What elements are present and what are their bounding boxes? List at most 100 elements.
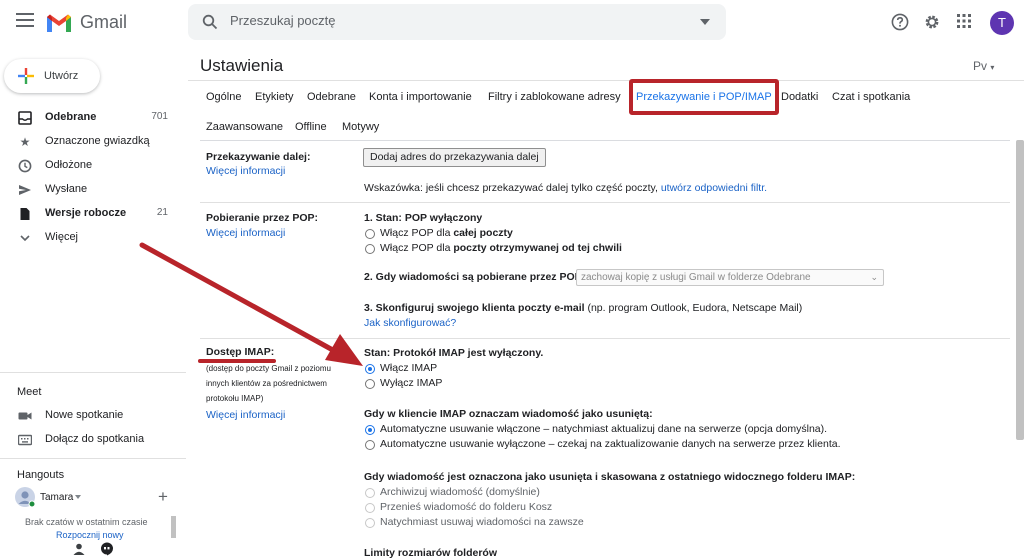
tab-inbox[interactable]: Odebrane xyxy=(307,91,356,103)
how-to-configure-link[interactable]: Jak skonfigurować? xyxy=(364,317,456,329)
sidebar-item-label: Wysłane xyxy=(45,183,88,195)
gmail-m-icon xyxy=(47,14,71,32)
hangouts-title: Hangouts xyxy=(17,469,65,481)
auto-expunge-off-label: Automatyczne usuwanie wyłączone – czekaj… xyxy=(380,438,841,450)
auto-expunge-on-label: Automatyczne usuwanie włączone – natychm… xyxy=(380,423,828,435)
main-scrollbar[interactable] xyxy=(1016,140,1024,440)
move-to-trash-radio[interactable] xyxy=(365,503,375,513)
search-bar xyxy=(188,4,726,40)
meet-item-label: Nowe spotkanie xyxy=(45,409,124,421)
sidebar-divider xyxy=(0,372,186,373)
sidebar-item-label: Wersje robocze xyxy=(45,207,127,219)
hangouts-user-name[interactable]: Tamara xyxy=(40,492,73,503)
meet-join-meeting[interactable]: Dołącz do spotkania xyxy=(0,429,180,451)
delete-forever-label: Natychmiast usuwaj wiadomości na zawsze xyxy=(380,516,584,528)
input-tools-button[interactable]: Pv ▾ xyxy=(973,59,994,73)
app-name: Gmail xyxy=(80,12,128,32)
unread-count: 701 xyxy=(151,111,168,122)
sidebar-item-more[interactable]: Więcej xyxy=(0,227,180,249)
imap-disable-radio[interactable] xyxy=(365,379,375,389)
pop-question-2: 2. Gdy wiadomości są pobierane przez POP xyxy=(364,271,582,283)
forwarding-hint: Wskazówka: jeśli chcesz przekazywać dale… xyxy=(364,182,767,194)
folder-size-limits-heading: Limity rozmiarów folderów xyxy=(364,547,498,559)
tabs-divider xyxy=(200,140,1010,141)
sidebar-item-drafts[interactable]: Wersje robocze 21 xyxy=(0,203,180,225)
pop-from-now-radio[interactable] xyxy=(365,244,375,254)
sidebar-item-label: Odłożone xyxy=(45,159,93,171)
meet-new-meeting[interactable]: Nowe spotkanie xyxy=(0,405,180,427)
apps-grid-icon[interactable] xyxy=(957,14,971,28)
hangouts-empty-text: Brak czatów w ostatnim czasie xyxy=(25,517,148,527)
pop-more-info-link[interactable]: Więcej informacji xyxy=(206,227,285,239)
send-icon xyxy=(19,185,31,195)
delete-forever-radio[interactable] xyxy=(365,518,375,528)
create-filter-link[interactable]: utwórz odpowiedni filtr. xyxy=(661,182,767,194)
auto-expunge-off-radio[interactable] xyxy=(365,440,375,450)
forwarding-more-info-link[interactable]: Więcej informacji xyxy=(206,165,285,177)
auto-expunge-on-radio[interactable] xyxy=(365,425,375,435)
pop-question-3-text: (np. program Outlook, Eudora, Netscape M… xyxy=(584,302,803,314)
imap-description-line: innych klientów za pośrednictwem xyxy=(206,379,327,388)
header-divider xyxy=(188,80,1024,81)
tab-labels[interactable]: Etykiety xyxy=(255,91,294,103)
sidebar-item-sent[interactable]: Wysłane xyxy=(0,179,180,201)
sidebar-item-label: Więcej xyxy=(45,231,79,243)
page-title: Ustawienia xyxy=(200,56,284,75)
user-avatar[interactable] xyxy=(15,487,35,507)
pop-option-text: Włącz POP dla xyxy=(380,227,454,239)
compose-button[interactable]: Utwórz xyxy=(4,59,100,93)
sidebar-item-starred[interactable]: ★ Oznaczone gwiazdką xyxy=(0,131,180,153)
tab-chat-meet[interactable]: Czat i spotkania xyxy=(832,91,910,103)
tab-addons[interactable]: Dodatki xyxy=(781,91,818,103)
hangouts-chat-icon[interactable] xyxy=(100,542,114,556)
pop-question-3: 3. Skonfiguruj swojego klienta poczty e-… xyxy=(364,302,802,314)
search-icon[interactable] xyxy=(202,14,218,30)
pop-from-now-label: Włącz POP dla poczty otrzymywanej od tej… xyxy=(380,242,622,254)
account-avatar[interactable]: T xyxy=(990,11,1014,35)
search-options-icon[interactable] xyxy=(700,19,710,25)
imap-label: Dostęp IMAP: xyxy=(206,346,275,358)
pop-all-mail-label: Włącz POP dla całej poczty xyxy=(380,227,513,239)
sidebar-scrollbar[interactable] xyxy=(171,516,176,538)
draft-count: 21 xyxy=(156,207,168,218)
plus-icon xyxy=(18,68,34,84)
tab-accounts-import[interactable]: Konta i importowanie xyxy=(369,91,472,103)
section-divider xyxy=(200,338,1010,339)
tab-filters[interactable]: Filtry i zablokowane adresy xyxy=(488,91,621,103)
meet-title: Meet xyxy=(17,386,42,398)
start-new-chat-link[interactable]: Rozpocznij nowy xyxy=(56,530,124,540)
imap-more-info-link[interactable]: Więcej informacji xyxy=(206,409,285,421)
input-tools-label: Pv xyxy=(973,59,988,73)
search-input[interactable] xyxy=(230,13,670,28)
tab-general[interactable]: Ogólne xyxy=(206,91,241,103)
tab-offline[interactable]: Offline xyxy=(295,121,327,133)
add-forwarding-address-button[interactable]: Dodaj adres do przekazywania dalej xyxy=(363,148,546,167)
sidebar-item-inbox[interactable]: Odebrane 701 xyxy=(0,107,180,129)
sidebar-item-label: Odebrane xyxy=(45,111,97,123)
imap-delete-question: Gdy w kliencie IMAP oznaczam wiadomość j… xyxy=(364,408,653,420)
settings-gear-icon[interactable] xyxy=(923,13,941,31)
main-menu-icon[interactable] xyxy=(16,13,34,27)
tab-advanced[interactable]: Zaawansowane xyxy=(206,121,283,133)
contacts-person-icon[interactable] xyxy=(73,543,85,555)
imap-enable-radio[interactable] xyxy=(365,364,375,374)
chevron-down-icon xyxy=(20,235,30,242)
pop-option-bold: poczty otrzymywanej od tej chwili xyxy=(453,242,622,254)
archive-message-radio[interactable] xyxy=(365,488,375,498)
gmail-logo[interactable]: Gmail xyxy=(46,12,127,33)
imap-description-line: protokołu IMAP) xyxy=(206,394,264,403)
tab-themes[interactable]: Motywy xyxy=(342,121,379,133)
status-dropdown-icon[interactable] xyxy=(75,495,81,499)
forwarding-label: Przekazywanie dalej: xyxy=(206,151,311,163)
pop-all-mail-radio[interactable] xyxy=(365,229,375,239)
pop-action-value: zachowaj kopię z usługi Gmail w folderze… xyxy=(581,272,811,283)
imap-expunge-question: Gdy wiadomość jest oznaczona jako usunię… xyxy=(364,471,856,483)
pop-label: Pobieranie przez POP: xyxy=(206,212,319,224)
help-icon[interactable] xyxy=(891,13,909,31)
new-conversation-plus-icon[interactable]: + xyxy=(158,487,168,507)
pop-status: 1. Stan: POP wyłączony xyxy=(364,212,483,224)
meet-item-label: Dołącz do spotkania xyxy=(45,433,145,445)
archive-message-label: Archiwizuj wiadomość (domyślnie) xyxy=(380,486,540,498)
sidebar-item-snoozed[interactable]: Odłożone xyxy=(0,155,180,177)
pop-action-select[interactable]: zachowaj kopię z usługi Gmail w folderze… xyxy=(576,269,884,286)
